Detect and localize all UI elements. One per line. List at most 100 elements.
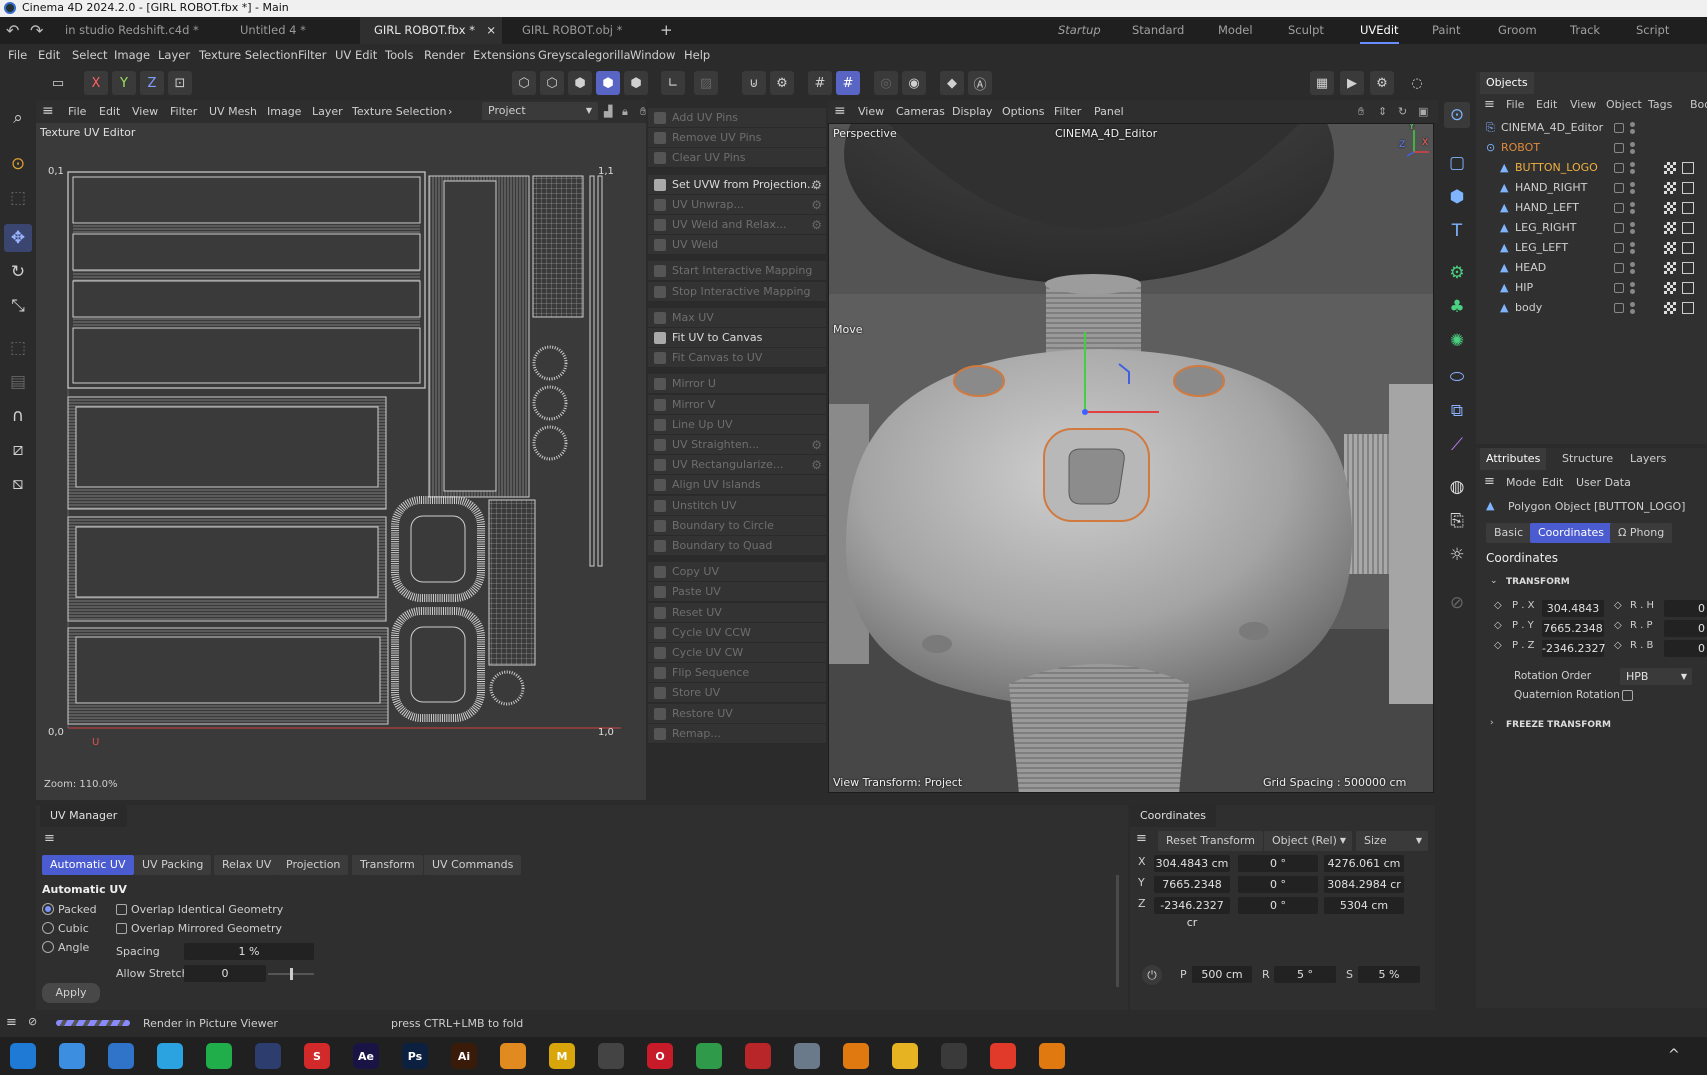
vp-menu-display[interactable]: Display (952, 100, 993, 123)
object-tree-row[interactable]: ▲ LEG_LEFT (1476, 238, 1707, 258)
editor-visibility-dot[interactable] (1630, 162, 1635, 167)
coord-size-field[interactable]: 3084.2984 cr (1324, 876, 1404, 893)
chevron-down-icon[interactable]: ⌄ (1490, 576, 1498, 586)
axis-mode-icon[interactable]: ∟ (661, 71, 685, 95)
uv-menu-uv-mesh[interactable]: UV Mesh (209, 100, 257, 123)
uv-command-item[interactable]: UV Weld (648, 235, 826, 256)
render-view-icon[interactable]: ▶ (1340, 71, 1364, 95)
vp-menu-options[interactable]: Options (1002, 100, 1044, 123)
uv-command-item[interactable]: Cycle UV CCW (648, 622, 826, 643)
editor-visibility-dot[interactable] (1630, 182, 1635, 187)
snap-settings-icon[interactable]: ⚙ (770, 71, 794, 95)
keyframe-diamond-icon[interactable]: ◇ (1494, 640, 1502, 651)
opera-icon[interactable]: O (647, 1043, 673, 1069)
doc-tab[interactable]: Untitled 4 * (240, 17, 306, 44)
uv-command-item[interactable]: Copy UV (648, 562, 826, 583)
coord-size-field[interactable]: 4276.061 cm (1324, 855, 1404, 872)
chevron-right-icon[interactable]: › (1490, 718, 1494, 728)
editor-visibility-dot[interactable] (1630, 262, 1635, 267)
add-tab-icon[interactable]: + (660, 17, 673, 44)
mode-cubic-radio[interactable] (42, 922, 54, 934)
coord-position-field[interactable]: 304.4843 cm (1154, 855, 1230, 872)
uv-command-item[interactable]: Store UV (648, 683, 826, 704)
obj-menu-tags[interactable]: Tags (1648, 98, 1672, 111)
edges-mode-icon[interactable]: ⬡ (540, 71, 564, 95)
uv-command-item[interactable]: Mirror U (648, 374, 826, 395)
menu-uv-edit[interactable]: UV Edit (335, 44, 377, 67)
chrome-icon[interactable] (696, 1043, 722, 1069)
object-tree-row[interactable]: ▲ HEAD (1476, 258, 1707, 278)
transform-group-title[interactable]: TRANSFORM (1506, 577, 1570, 587)
editor-visibility-dot[interactable] (1630, 302, 1635, 307)
coord-position-field[interactable]: -2346.2327 cr (1154, 897, 1230, 929)
symmetry-icon[interactable]: ◎ (874, 71, 898, 95)
whatsapp-icon[interactable] (206, 1043, 232, 1069)
spacing-field[interactable]: 1 % (184, 943, 314, 960)
rp-field[interactable]: 0 (1664, 620, 1707, 637)
uv-command-item[interactable]: Flip Sequence (648, 663, 826, 684)
object-tree-row[interactable]: ⊙ ROBOT (1476, 138, 1707, 158)
gear-icon[interactable]: ⚙ (811, 175, 822, 195)
uv-menu-image[interactable]: Image (267, 100, 301, 123)
3d-viewport[interactable]: Perspective CINEMA_4D_Editor Move View T… (828, 123, 1434, 793)
tweak-mode-icon[interactable]: ▨ (694, 71, 718, 95)
uv-command-item[interactable]: Boundary to Circle (648, 515, 826, 536)
uv-command-item[interactable]: Clear UV Pins (648, 148, 826, 169)
editor-visibility-dot[interactable] (1630, 202, 1635, 207)
annotation-icon[interactable]: Ⓐ (968, 71, 992, 95)
maximize-view-icon[interactable]: ▣ (1418, 100, 1428, 123)
cloner-icon[interactable]: ♣ (1444, 294, 1470, 320)
tab-structure[interactable]: Structure (1556, 448, 1619, 470)
uv-menu-view[interactable]: View (132, 100, 158, 123)
uv-command-item[interactable]: Fit UV to Canvas (648, 328, 826, 348)
app-feather-icon[interactable] (794, 1043, 820, 1069)
uvw-tag-icon[interactable] (1664, 302, 1676, 314)
knife-icon[interactable]: ⧄ (4, 436, 32, 464)
allow-stretch-field[interactable]: 0 (184, 965, 266, 982)
tab-uv-commands[interactable]: UV Commands (424, 855, 522, 875)
illustrator-icon[interactable]: Ai (451, 1043, 477, 1069)
rect-selection-icon[interactable]: ⬚ (4, 184, 32, 212)
render-visibility-dot[interactable] (1630, 129, 1635, 134)
uv-command-item[interactable]: Line Up UV (648, 414, 826, 435)
sketch-icon[interactable]: ⟋ (1444, 432, 1470, 458)
rh-field[interactable]: 0 (1664, 600, 1707, 617)
layout-script[interactable]: Script (1636, 17, 1669, 44)
viewport-hamburger-icon[interactable]: ≡ (834, 100, 846, 123)
hide-object-manager-icon[interactable]: ▭ (46, 71, 70, 95)
uv-transform-icon[interactable]: ▤ (4, 368, 32, 396)
attr-menu-user-data[interactable]: User Data (1576, 476, 1631, 489)
files-icon[interactable] (892, 1043, 918, 1069)
z-axis-lock-button[interactable]: Z (140, 71, 164, 95)
gear-icon[interactable]: ⚙ (811, 435, 822, 455)
tray-chevron-icon[interactable]: ^ (1668, 1047, 1680, 1063)
gear-icon[interactable]: ⚙ (811, 215, 822, 235)
copilot-icon[interactable] (59, 1043, 85, 1069)
obj-menu-bookmarks[interactable]: Boo (1690, 98, 1707, 111)
uv-command-item[interactable]: Reset UV (648, 602, 826, 623)
render-settings-icon[interactable]: ⚙ (1370, 71, 1394, 95)
app-q-icon[interactable] (598, 1043, 624, 1069)
uv-command-item[interactable]: Boundary to Quad (648, 536, 826, 556)
menu-texture-selection[interactable]: Texture Selection (199, 44, 298, 67)
coordinates-hamburger-icon[interactable]: ≡ (1136, 831, 1147, 846)
uv-command-item[interactable]: Remap... (648, 723, 826, 744)
coord-position-field[interactable]: 7665.2348 cm (1154, 876, 1230, 908)
move-view-icon[interactable]: ⇕ (1378, 100, 1387, 123)
render-tag-icon[interactable]: ⊘ (1444, 590, 1470, 616)
object-enable-checkbox[interactable] (1614, 123, 1624, 133)
editor-visibility-dot[interactable] (1630, 142, 1635, 147)
uv-command-item[interactable]: Max UV (648, 307, 826, 328)
obj-menu-file[interactable]: File (1506, 98, 1524, 111)
overlap-identical-checkbox[interactable] (116, 904, 127, 915)
obj-menu-edit[interactable]: Edit (1536, 98, 1557, 111)
layout-sculpt[interactable]: Sculpt (1288, 17, 1324, 44)
menu-select[interactable]: Select (72, 44, 107, 67)
phong-tag-icon[interactable] (1682, 222, 1694, 234)
vp-menu-filter[interactable]: Filter (1054, 100, 1081, 123)
attr-hamburger-icon[interactable]: ≡ (1484, 474, 1495, 489)
lock-icon[interactable]: 🔒︎ (622, 100, 628, 123)
layout-standard[interactable]: Standard (1132, 17, 1184, 44)
tab-layers[interactable]: Layers (1624, 448, 1672, 470)
photoshop-icon[interactable]: Ps (402, 1043, 428, 1069)
